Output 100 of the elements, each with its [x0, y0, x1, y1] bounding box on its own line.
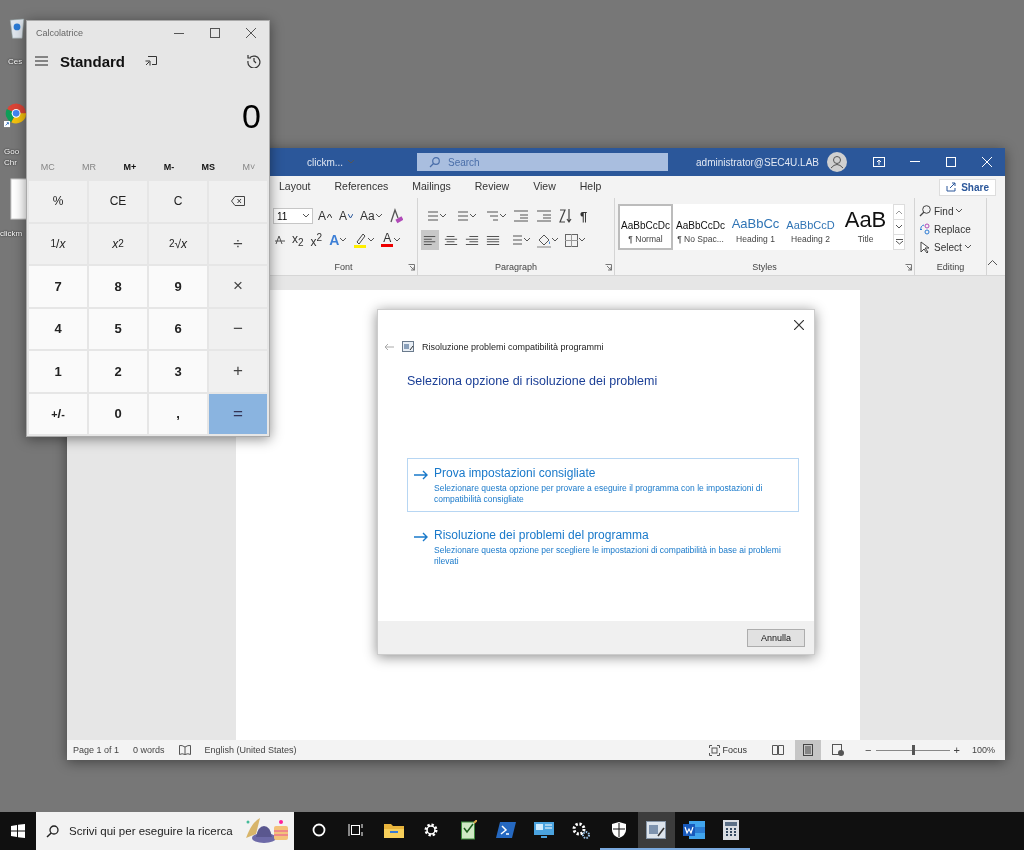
- ribbon-tab[interactable]: Mailings: [400, 177, 463, 197]
- style-option[interactable]: AaBbCcD Heading 2: [783, 204, 838, 250]
- superscript-button[interactable]: x$^{2}$: [308, 230, 325, 250]
- font-size-field[interactable]: 11: [273, 208, 313, 224]
- caret-icon: [470, 214, 476, 218]
- calculator-key[interactable]: CE: [89, 181, 147, 222]
- calculator-key[interactable]: 1: [29, 351, 87, 392]
- caret-icon: [964, 245, 971, 249]
- ribbon-tab[interactable]: Help: [567, 177, 614, 197]
- calculator-key[interactable]: 8: [89, 266, 147, 307]
- focus-button[interactable]: Focus: [704, 740, 752, 760]
- dialog-launcher-icon[interactable]: [408, 264, 415, 271]
- ribbon-tab[interactable]: Review: [462, 177, 522, 197]
- calculator-key[interactable]: 3: [149, 351, 207, 392]
- taskbar-app[interactable]: [637, 812, 675, 850]
- gears-icon: [571, 821, 592, 839]
- minimize-icon: [174, 32, 184, 34]
- ribbon-tab[interactable]: View: [521, 177, 568, 197]
- calculator-key[interactable]: 0: [89, 393, 147, 434]
- dialog-launcher-icon[interactable]: [905, 264, 912, 271]
- web-page-icon: [832, 744, 845, 756]
- calculator-key[interactable]: 2: [89, 351, 147, 392]
- zoom-in-button[interactable]: +: [953, 744, 960, 756]
- calculator-key[interactable]: 5: [89, 308, 147, 349]
- style-option[interactable]: AaBbCcDc ¶ No Spac...: [673, 204, 728, 250]
- cancel-button[interactable]: Annulla: [747, 628, 805, 647]
- align-icon: [486, 233, 500, 247]
- subscript-button[interactable]: x$_{2}$: [290, 230, 306, 250]
- calculator-key[interactable]: ÷: [209, 223, 267, 264]
- zoom-out-button[interactable]: −: [865, 744, 872, 756]
- caret-icon: [552, 238, 558, 242]
- calculator-key[interactable]: 9: [149, 266, 207, 307]
- keep-on-top-icon[interactable]: [145, 56, 157, 66]
- paint-bucket-icon: [537, 232, 551, 248]
- memory-button[interactable]: MS: [197, 160, 220, 174]
- collapse-ribbon-icon[interactable]: [988, 260, 997, 265]
- zoom-level[interactable]: 100%: [971, 745, 995, 755]
- style-option[interactable]: AaB Title: [838, 204, 893, 250]
- page-count[interactable]: Page 1 of 1: [73, 745, 120, 755]
- text-effects-button[interactable]: A: [327, 230, 349, 250]
- memory-button[interactable]: M-: [159, 160, 179, 174]
- calculator-key[interactable]: =: [209, 393, 267, 434]
- dialog-launcher-icon[interactable]: [605, 264, 612, 271]
- calculator-key[interactable]: +: [209, 351, 267, 392]
- calculator-key[interactable]: C: [149, 181, 207, 222]
- style-option[interactable]: AaBbCc Heading 1: [728, 204, 783, 250]
- avatar-icon[interactable]: [827, 152, 847, 172]
- caret-up-icon: [327, 214, 332, 218]
- history-icon[interactable]: [247, 54, 261, 68]
- caret-icon: [524, 238, 530, 242]
- window-title: Calcolatrice: [36, 28, 84, 38]
- caret-icon: [500, 214, 506, 218]
- language-status[interactable]: English (United States): [204, 745, 297, 755]
- minimize-icon: [910, 161, 920, 163]
- calculator-key[interactable]: %: [29, 181, 87, 222]
- menu-icon[interactable]: [35, 56, 48, 66]
- slider-thumb[interactable]: [911, 745, 915, 755]
- shrink-button[interactable]: A: [337, 206, 356, 226]
- gallery-scrollbar[interactable]: [893, 204, 905, 250]
- memory-button[interactable]: M+: [119, 160, 141, 174]
- share-button[interactable]: Share: [939, 178, 996, 196]
- circle-icon: [311, 823, 326, 837]
- find-button[interactable]: Find: [915, 202, 986, 220]
- search-field[interactable]: Scrivi qui per eseguire la ricerca: [36, 812, 294, 850]
- document-icon: [682, 821, 705, 839]
- replace-button[interactable]: Replace: [915, 220, 986, 238]
- word-count[interactable]: 0 words: [133, 745, 165, 755]
- calculator-key[interactable]: ×: [209, 266, 267, 307]
- calculator-key[interactable]: −: [209, 308, 267, 349]
- calculator-key[interactable]: 4: [29, 308, 87, 349]
- troubleshoot-option[interactable]: Prova impostazioni consigliate Selezionare questa opzione per provare a eseguire il programma con le impostazioni di compatibilità consigliate: [407, 458, 799, 512]
- book-check-icon[interactable]: [178, 745, 191, 755]
- account-name: administrator@SEC4U.LAB: [696, 156, 819, 168]
- option-title: Prova impostazioni consigliate: [434, 466, 597, 480]
- ribbon-tab[interactable]: References: [322, 177, 401, 197]
- search-icon: [919, 205, 931, 217]
- show-formatting-button[interactable]: ¶: [578, 206, 590, 226]
- task-view-icon: [348, 823, 365, 837]
- style-option[interactable]: AaBbCcDc ¶ Normal: [618, 204, 673, 250]
- page-icon: [803, 744, 814, 756]
- view-mode-button[interactable]: [795, 740, 822, 760]
- notepad-icon: [460, 820, 477, 840]
- align-button[interactable]: [421, 230, 439, 250]
- grow-button[interactable]: A: [316, 206, 334, 226]
- terminal-icon: [496, 822, 517, 838]
- caret-icon: [375, 214, 382, 218]
- icon-label: clickm: [0, 228, 23, 239]
- calculator-key[interactable]: 7: [29, 266, 87, 307]
- calculator-key[interactable]: 6: [149, 308, 207, 349]
- sort-icon: [559, 208, 573, 224]
- caret-icon: [394, 238, 401, 242]
- caret-icon: [368, 238, 375, 242]
- calculator-key[interactable]: ,: [149, 393, 207, 434]
- select-button[interactable]: Select: [915, 238, 986, 256]
- troubleshoot-option[interactable]: Risoluzione dei problemi del programma Selezionare questa opzione per scegliere le impostazioni di compatibilità in base ai problemi rilevati: [407, 520, 799, 574]
- icon-label: Chr: [4, 157, 17, 168]
- ribbon-tab[interactable]: Layout: [267, 177, 323, 197]
- font-color-button[interactable]: A: [379, 230, 403, 250]
- share-icon: [946, 182, 958, 192]
- case-button[interactable]: Aa: [358, 206, 384, 226]
